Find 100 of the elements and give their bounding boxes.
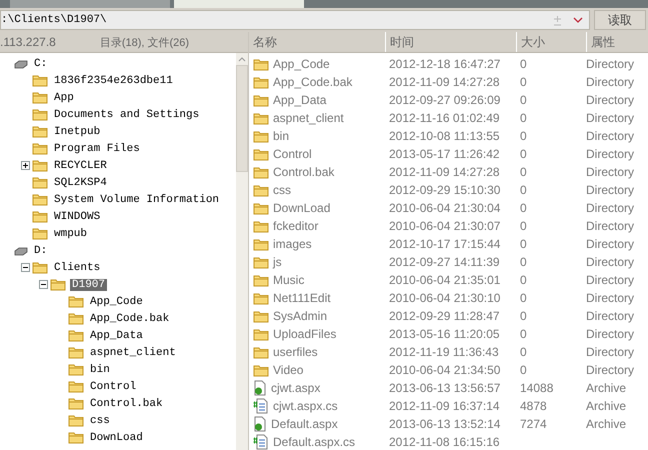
file-name[interactable]: Default.aspx — [271, 417, 338, 431]
file-attribute: Directory — [586, 75, 636, 89]
file-name[interactable]: css — [273, 183, 291, 197]
file-name[interactable]: userfiles — [273, 345, 318, 359]
file-name[interactable]: images — [273, 237, 312, 251]
tree-item[interactable]: Program Files — [52, 142, 142, 154]
tree-item[interactable]: Documents and Settings — [52, 108, 202, 120]
file-attribute: Directory — [586, 345, 636, 359]
column-header[interactable]: 时间 — [385, 32, 516, 52]
tree-item[interactable]: css — [88, 414, 112, 426]
folder-icon — [253, 328, 269, 340]
dropdown-caret-icon[interactable] — [573, 17, 583, 23]
file-attribute: Directory — [586, 201, 636, 215]
column-header[interactable]: 大小 — [516, 32, 586, 52]
file-attribute: Directory — [586, 129, 636, 143]
file-name[interactable]: bin — [273, 129, 290, 143]
tree-item[interactable]: SQL2KSP4 — [52, 176, 109, 188]
column-header[interactable]: 属性 — [586, 32, 646, 52]
file-attribute: Directory — [586, 183, 636, 197]
file-name[interactable]: App_Data — [273, 93, 326, 107]
folder-icon — [68, 295, 84, 308]
file-attribute: Archive — [586, 381, 628, 395]
folder-icon — [32, 108, 48, 121]
scroll-thumb[interactable] — [236, 65, 248, 172]
file-size: 0 — [519, 75, 528, 89]
tree-item[interactable]: 1836f2354e263dbe11 — [52, 74, 175, 86]
file-attribute: Directory — [586, 219, 636, 233]
modified-time: 2012-09-27 09:26:09 — [388, 93, 502, 107]
modified-time: 2013-05-16 11:20:05 — [388, 327, 501, 341]
tree-item[interactable]: System Volume Information — [52, 194, 222, 206]
folder-icon — [68, 329, 84, 342]
tree-item[interactable]: Control — [88, 380, 138, 392]
folder-icon — [253, 274, 269, 286]
folder-icon — [68, 363, 84, 376]
file-name[interactable]: Control.bak — [273, 165, 334, 179]
file-size: 0 — [519, 57, 528, 71]
web-file-icon — [253, 416, 267, 432]
modified-time: 2010-06-04 21:30:07 — [388, 219, 502, 233]
tree-item[interactable]: aspnet_client — [88, 346, 178, 358]
web-file-icon — [253, 380, 267, 396]
file-name[interactable]: App_Code.bak — [273, 75, 352, 89]
file-size: 0 — [519, 219, 528, 233]
file-size: 0 — [519, 291, 528, 305]
modified-time: 2013-05-17 11:26:42 — [388, 147, 501, 161]
read-button[interactable]: 读取 — [594, 10, 646, 30]
file-size: 0 — [519, 363, 528, 377]
tree-item[interactable]: App_Code.bak — [88, 312, 172, 324]
collapse-icon[interactable] — [38, 280, 48, 289]
tree-item[interactable]: D1907 — [70, 278, 108, 290]
file-name[interactable]: Net111Edit — [273, 291, 331, 305]
tree-item[interactable]: App — [52, 92, 76, 104]
tree-item[interactable]: App_Code — [88, 296, 145, 308]
tree-item[interactable]: DownLoad — [88, 432, 145, 444]
tree-item[interactable]: RECYCLER — [52, 160, 109, 172]
collapse-icon[interactable] — [20, 263, 30, 272]
file-attribute: Directory — [586, 309, 636, 323]
file-name[interactable]: Control — [273, 147, 312, 161]
file-name[interactable]: Default.aspx.cs — [273, 435, 356, 449]
tree-item[interactable]: App_Data — [88, 330, 145, 342]
tree-item[interactable]: Control.bak — [88, 398, 165, 410]
folder-icon — [253, 76, 269, 88]
file-name[interactable]: UploadFiles — [273, 327, 336, 341]
modified-time: 2012-11-09 14:27:28 — [388, 165, 501, 179]
file-size: 0 — [519, 255, 528, 269]
file-name[interactable]: SysAdmin — [273, 309, 328, 323]
folder-icon — [253, 346, 269, 358]
folder-icon — [68, 397, 84, 410]
folder-icon — [68, 346, 84, 359]
tree-item[interactable]: C: — [32, 58, 50, 70]
file-name[interactable]: Music — [273, 273, 304, 287]
tree-item[interactable]: bin — [88, 364, 112, 376]
file-name[interactable]: js — [273, 255, 282, 269]
file-name[interactable]: Video — [273, 363, 304, 377]
modified-time: 2010-06-04 21:30:04 — [388, 201, 502, 215]
file-name[interactable]: DownLoad — [273, 201, 330, 215]
modified-time: 2013-06-13 13:56:57 — [388, 381, 502, 395]
expand-icon[interactable] — [20, 161, 30, 170]
column-header[interactable]: 名称 — [249, 32, 385, 52]
file-name[interactable]: fckeditor — [273, 219, 318, 233]
modified-time: 2012-10-08 11:13:55 — [388, 129, 501, 143]
scroll-up-icon[interactable] — [238, 57, 246, 62]
path-field[interactable]: :\Clients\D1907\ — [0, 10, 590, 30]
folder-icon — [50, 278, 66, 291]
file-name[interactable]: cjwt.aspx — [271, 381, 320, 395]
tree-item[interactable]: Inetpub — [52, 126, 102, 138]
modified-time: 2012-11-08 16:15:16 — [388, 435, 501, 449]
file-name[interactable]: cjwt.aspx.cs — [273, 399, 338, 413]
folder-icon — [68, 312, 84, 325]
modified-time: 2012-11-09 16:37:14 — [388, 399, 501, 413]
scrollbar[interactable] — [236, 53, 248, 450]
tree-item[interactable]: Clients — [52, 262, 102, 274]
file-name[interactable]: aspnet_client — [273, 111, 344, 125]
file-name[interactable]: App_Code — [273, 57, 330, 71]
file-attribute: Directory — [586, 255, 636, 269]
tree-item[interactable]: WINDOWS — [52, 210, 102, 222]
tree-item[interactable]: wmpub — [52, 228, 90, 240]
folder-icon — [253, 184, 269, 196]
plus-minus-icon[interactable] — [552, 14, 563, 26]
tree-item[interactable]: D: — [32, 244, 50, 256]
file-size: 0 — [519, 345, 528, 359]
